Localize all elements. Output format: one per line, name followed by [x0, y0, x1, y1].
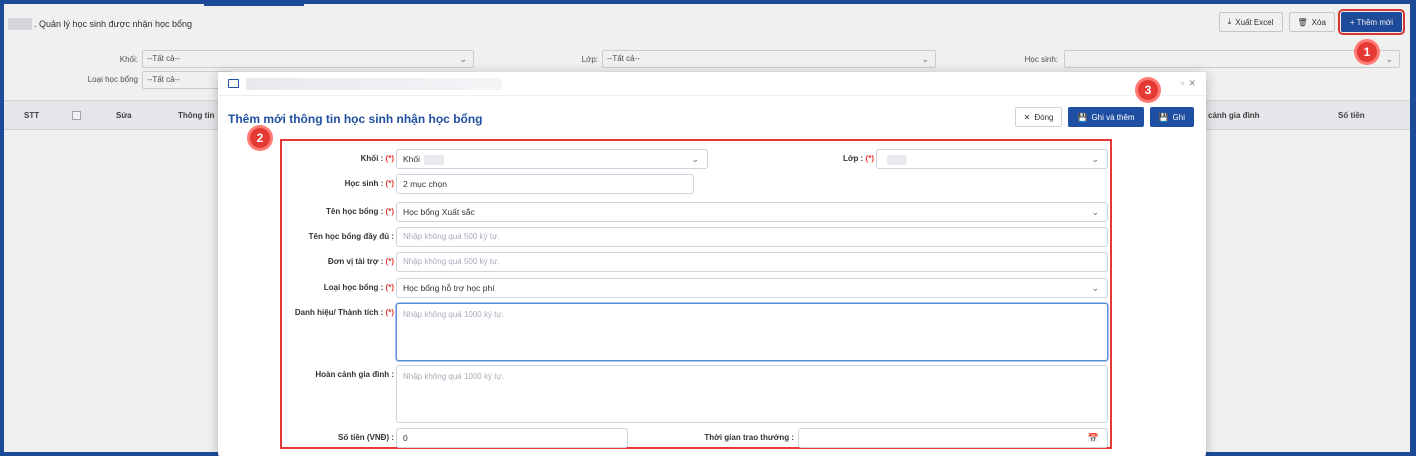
donvi-input[interactable]: Nhập không quá 500 ký tự. — [396, 252, 1108, 272]
hocsinh-label: Học sinh : (*) — [344, 179, 394, 188]
window-icon — [228, 79, 239, 88]
tenhocbong-label: Tên học bổng : (*) — [325, 207, 394, 216]
redacted-value — [424, 154, 445, 165]
chevron-down-icon: ⌄ — [1091, 154, 1099, 164]
donvi-label: Đơn vị tài trợ : (*) — [327, 257, 394, 266]
loaihocbong-label: Loại học bổng : (*) — [323, 283, 394, 292]
dialog-title: Thêm mới thông tin học sinh nhận học bổn… — [228, 112, 483, 126]
dialog-titlebar: ▫ ✕ — [218, 72, 1206, 96]
hoancanh-textarea[interactable]: Nhập không quá 1000 ký tự. — [396, 365, 1108, 423]
sotien-label: Số tiền (VNĐ) : — [338, 433, 394, 442]
step-badge-3: 3 — [1138, 80, 1158, 100]
floppy-icon: 💾 — [1158, 112, 1169, 122]
chevron-down-icon: ⌄ — [1091, 207, 1099, 217]
chevron-down-icon: ⌄ — [1091, 283, 1099, 293]
hoancanh-label: Hoàn cảnh gia đình : — [315, 370, 394, 379]
maximize-icon[interactable]: ▫ — [1181, 78, 1184, 88]
step-badge-2: 2 — [250, 128, 270, 148]
thoigian-label: Thời gian trao thưởng : — [704, 433, 794, 442]
khoi-select[interactable]: Khối ⌄ — [396, 149, 708, 169]
x-icon: ✕ — [1023, 112, 1031, 122]
chevron-down-icon: ⌄ — [691, 154, 699, 164]
sotien-input[interactable]: 0 — [396, 428, 628, 448]
close-icon[interactable]: ✕ — [1188, 78, 1196, 89]
save-button[interactable]: 💾 Ghi — [1149, 107, 1194, 127]
khoi-label: Khối : (*) — [360, 154, 394, 163]
lop-label: Lớp : (*) — [842, 154, 874, 163]
close-button[interactable]: ✕ Đóng — [1014, 107, 1063, 127]
scholarship-form: Khối : (*) Khối ⌄ Lớp : (*) ⌄ Học sinh :… — [280, 139, 1112, 449]
add-scholarship-dialog: ▫ ✕ Thêm mới thông tin học sinh nhận học… — [218, 72, 1206, 456]
hocsinh-multiselect[interactable]: 2 mục chọn — [396, 174, 694, 194]
redacted-value — [887, 154, 907, 165]
tendaydu-label: Tên học bổng đầy đủ : — [308, 232, 394, 241]
step-badge-1: 1 — [1357, 42, 1377, 62]
danhhieu-label: Danh hiệu/ Thành tích : (*) — [294, 308, 394, 317]
danhhieu-textarea[interactable]: Nhập không quá 1000 ký tự. — [396, 303, 1108, 361]
dialog-actions: ✕ Đóng 💾 Ghi và thêm 💾 Ghi — [1014, 107, 1194, 127]
tenhocbong-select[interactable]: Học bổng Xuất sắc ⌄ — [396, 202, 1108, 222]
lop-select[interactable]: ⌄ — [876, 149, 1108, 169]
thoigian-datepicker[interactable]: 📅 — [798, 428, 1108, 448]
loaihocbong-select[interactable]: Học bổng hỗ trợ học phí ⌄ — [396, 278, 1108, 298]
tendaydu-input[interactable]: Nhập không quá 500 ký tự. — [396, 227, 1108, 247]
redacted-window-title — [246, 78, 502, 90]
floppy-icon: 💾 — [1077, 112, 1088, 122]
save-and-add-button[interactable]: 💾 Ghi và thêm — [1068, 107, 1144, 127]
calendar-icon[interactable]: 📅 — [1088, 429, 1099, 447]
